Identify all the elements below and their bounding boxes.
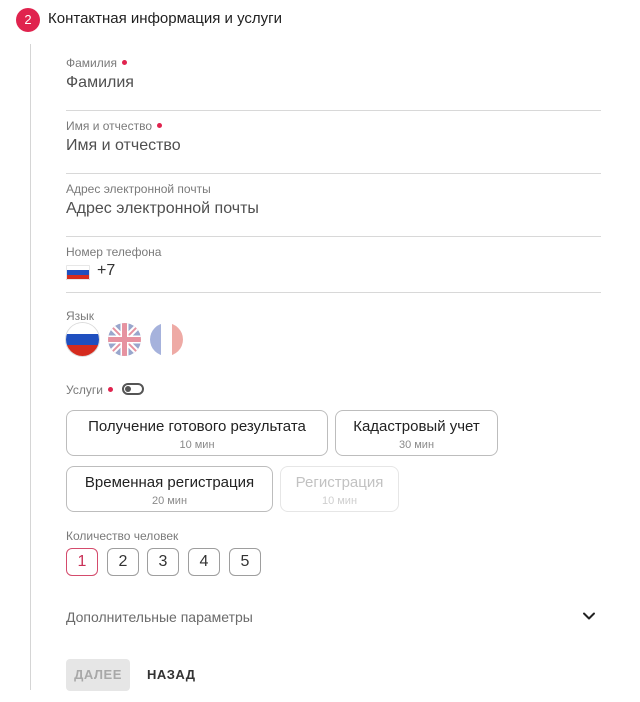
people-count-option-3[interactable]: 3 xyxy=(147,548,179,576)
service-title: Регистрация xyxy=(295,474,384,491)
toggle-knob xyxy=(125,386,131,392)
service-duration: 30 мин xyxy=(398,439,435,451)
language-label: Язык xyxy=(66,309,95,323)
service-button[interactable]: Временная регистрация 20 мин xyxy=(66,466,273,512)
chevron-down-icon[interactable] xyxy=(581,608,597,624)
email-label: Адрес электронной почты xyxy=(66,182,211,196)
services-toggle[interactable] xyxy=(122,383,144,395)
service-duration: 10 мин xyxy=(321,495,358,507)
section-title: Контактная информация и услуги xyxy=(48,10,283,27)
service-title: Получение готового результата xyxy=(88,418,306,435)
uk-flag-graphic xyxy=(108,323,141,356)
phone-label: Номер телефона xyxy=(66,245,162,259)
service-button[interactable]: Получение готового результата 10 мин xyxy=(66,410,328,456)
russia-flag-icon[interactable] xyxy=(66,265,90,280)
people-count-option-2[interactable]: 2 xyxy=(107,548,139,576)
last-name-field[interactable]: Фамилия Фамилия xyxy=(66,56,601,111)
next-button[interactable]: ДАЛЕЕ xyxy=(66,659,130,691)
service-duration: 20 мин xyxy=(151,495,188,507)
service-title: Кадастровый учет xyxy=(353,418,480,435)
back-button[interactable]: НАЗАД xyxy=(147,659,196,691)
step-number-badge: 2 xyxy=(16,8,40,32)
required-indicator xyxy=(157,123,162,129)
first-name-input[interactable]: Имя и отчество xyxy=(66,137,181,155)
required-indicator xyxy=(107,387,113,393)
people-count-option-1[interactable]: 1 xyxy=(66,548,98,576)
people-count-option-5[interactable]: 5 xyxy=(229,548,261,576)
russia-flag-icon[interactable] xyxy=(66,323,99,356)
last-name-label: Фамилия xyxy=(66,56,127,70)
first-name-label: Имя и отчество xyxy=(66,119,162,133)
required-indicator xyxy=(121,60,127,66)
phone-field[interactable]: Номер телефона +7 xyxy=(66,245,601,293)
service-button[interactable]: Кадастровый учет 30 мин xyxy=(335,410,498,456)
phone-input[interactable]: +7 xyxy=(97,262,115,280)
people-count-option-4[interactable]: 4 xyxy=(188,548,220,576)
email-input[interactable]: Адрес электронной почты xyxy=(66,200,259,218)
email-field[interactable]: Адрес электронной почты Адрес электронно… xyxy=(66,182,601,237)
step-divider-line xyxy=(30,44,31,690)
service-title: Временная регистрация xyxy=(84,474,255,491)
uk-flag-icon[interactable] xyxy=(108,323,141,356)
service-duration: 10 мин xyxy=(179,439,215,451)
france-flag-icon[interactable] xyxy=(150,323,183,356)
services-label: Услуги xyxy=(66,383,113,397)
last-name-input[interactable]: Фамилия xyxy=(66,74,134,92)
first-name-field[interactable]: Имя и отчество Имя и отчество xyxy=(66,119,601,174)
people-count-label: Количество человек xyxy=(66,529,179,543)
service-button-disabled: Регистрация 10 мин xyxy=(280,466,399,512)
extra-params-toggle[interactable]: Дополнительные параметры xyxy=(66,609,253,625)
